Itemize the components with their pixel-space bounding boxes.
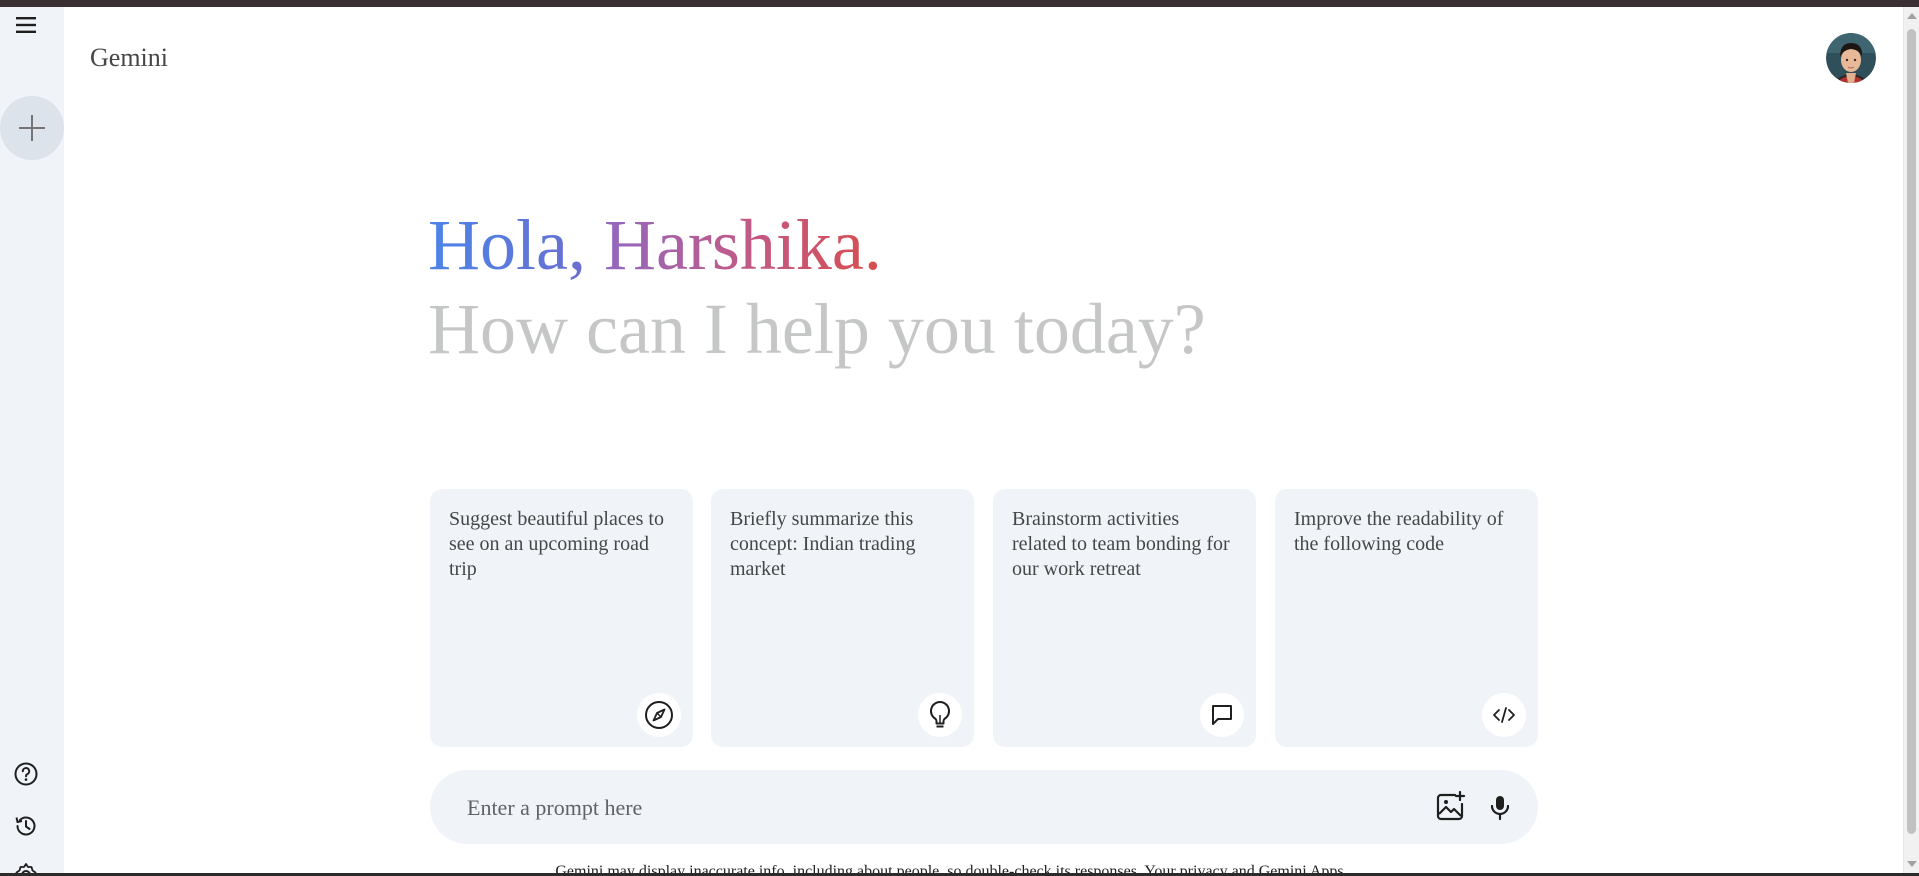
upload-image-button[interactable] (1430, 787, 1470, 827)
app-title: Gemini (90, 43, 168, 72)
suggestion-card-text: Brainstorm activities related to team bo… (1012, 508, 1230, 580)
suggestion-card-summarize[interactable]: Briefly summarize this concept: Indian t… (711, 489, 974, 747)
scroll-down-arrow-icon[interactable] (1907, 861, 1917, 867)
disclaimer-text: Gemini may display inaccurate info, incl… (555, 863, 1141, 873)
suggestion-card-brainstorm[interactable]: Brainstorm activities related to team bo… (993, 489, 1256, 747)
suggestion-card-road-trip[interactable]: Suggest beautiful places to see on an up… (430, 489, 693, 747)
prompt-input[interactable] (465, 770, 1369, 846)
hamburger-menu-icon (16, 17, 36, 33)
disclaimer-period: . (1343, 863, 1348, 873)
page-scrollbar[interactable] (1903, 7, 1919, 873)
suggestion-card-text: Briefly summarize this concept: Indian t… (730, 508, 916, 580)
privacy-link[interactable]: Your privacy and Gemini Apps (1144, 863, 1343, 873)
suggestion-card-text: Suggest beautiful places to see on an up… (449, 508, 664, 580)
history-button[interactable] (13, 813, 39, 839)
menu-button[interactable] (13, 12, 39, 38)
help-button[interactable] (13, 761, 39, 787)
disclaimer: Gemini may display inaccurate info, incl… (0, 863, 1903, 873)
microphone-button[interactable] (1480, 787, 1520, 827)
greeting-line: Hola, Harshika. (428, 203, 1206, 287)
prompt-bar (430, 770, 1538, 846)
greeting-name: Harshika. (603, 205, 882, 285)
compass-icon (645, 701, 673, 729)
suggestion-cards: Suggest beautiful places to see on an up… (430, 489, 1538, 747)
greeting: Hola, Harshika. How can I help you today… (428, 203, 1206, 371)
chat-bubble-icon (1212, 705, 1232, 725)
app-viewport: Gemini Hola, Harshika. How can I help yo… (0, 7, 1903, 873)
user-avatar[interactable] (1826, 33, 1876, 83)
plus-icon (19, 115, 45, 141)
image-upload-icon (1436, 790, 1466, 821)
scrollbar-thumb[interactable] (1907, 29, 1916, 834)
suggestion-card-code[interactable]: Improve the readability of the following… (1275, 489, 1538, 747)
greeting-subtitle: How can I help you today? (428, 289, 1206, 369)
history-icon (15, 816, 36, 836)
help-icon (14, 762, 38, 786)
scroll-up-arrow-icon[interactable] (1907, 13, 1917, 19)
new-chat-button[interactable] (0, 96, 64, 160)
suggestion-card-text: Improve the readability of the following… (1294, 508, 1504, 555)
greeting-hello: Hola, (428, 205, 586, 285)
code-icon (1493, 707, 1515, 723)
lightbulb-icon (929, 700, 951, 728)
card-icon-badge (918, 693, 962, 737)
sidebar (0, 7, 64, 873)
avatar-icon (1826, 33, 1876, 83)
microphone-icon (1490, 796, 1510, 821)
card-icon-badge (1482, 693, 1526, 737)
card-icon-badge (637, 693, 681, 737)
card-icon-badge (1200, 693, 1244, 737)
